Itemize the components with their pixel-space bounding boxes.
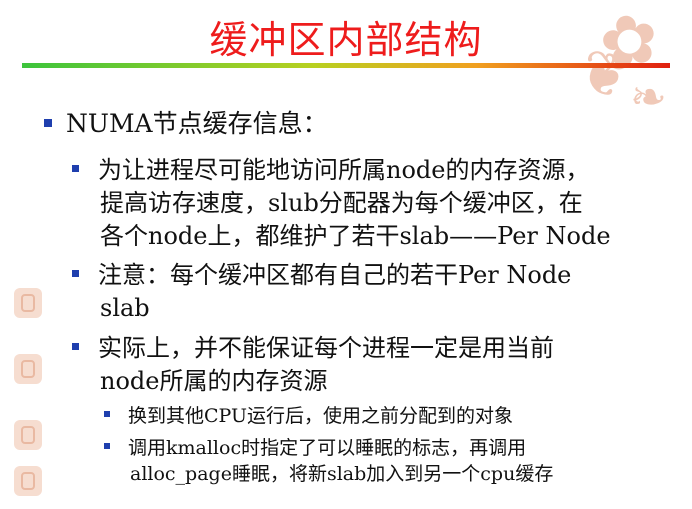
bullet-text-line: 注意：每个缓冲区都有自己的若干Per Node (98, 261, 572, 289)
bullet-level1: NUMA节点缓存信息： (44, 108, 328, 140)
bullet-text-line: 实际上，并不能保证每个进程一定是用当前 (98, 334, 554, 362)
slide-title: 缓冲区内部结构 (209, 18, 483, 62)
bullet-square-icon (44, 118, 52, 127)
bullet-text: NUMA节点缓存信息： (66, 109, 328, 138)
bullet-square-icon (72, 343, 79, 350)
bullet-text-line: 调用kmalloc时指定了可以睡眠的标志，再调用 (128, 437, 527, 459)
seal-stamp-icon (14, 288, 42, 318)
bullet-level2: 为让进程尽可能地访问所属node的内存资源， 提高访存速度，slub分配器为每个… (72, 154, 611, 253)
bullet-level3: 调用kmalloc时指定了可以睡眠的标志，再调用 alloc_page睡眠，将新… (104, 435, 553, 487)
bullet-text-line: 换到其他CPU运行后，使用之前分配到的对象 (128, 405, 514, 427)
bullet-text-line: slab (100, 294, 150, 322)
bullet-level2: 注意：每个缓冲区都有自己的若干Per Node slab (72, 259, 571, 325)
bullet-text-line: node所属的内存资源 (100, 367, 328, 395)
bullet-text-line: alloc_page睡眠，将新slab加入到另一个cpu缓存 (130, 463, 554, 485)
seal-stamp-icon (14, 466, 42, 496)
bullet-text-line: 各个node上，都维护了若干slab——Per Node (100, 222, 611, 250)
bullet-square-icon (72, 165, 79, 172)
bullet-text-line: 为让进程尽可能地访问所属node的内存资源， (98, 156, 590, 184)
bullet-square-icon (104, 411, 110, 417)
title-underline (22, 63, 670, 68)
bullet-level3: 换到其他CPU运行后，使用之前分配到的对象 (104, 403, 513, 429)
bullet-text-line: 提高访存速度，slub分配器为每个缓冲区，在 (100, 189, 583, 217)
bullet-square-icon (72, 270, 79, 277)
bullet-level2: 实际上，并不能保证每个进程一定是用当前 node所属的内存资源 (72, 332, 554, 398)
seal-stamp-icon (14, 354, 42, 384)
calligraphy-decoration-bottom: ❧ (630, 72, 667, 123)
bullet-square-icon (104, 443, 110, 449)
seal-stamp-icon (14, 420, 42, 450)
